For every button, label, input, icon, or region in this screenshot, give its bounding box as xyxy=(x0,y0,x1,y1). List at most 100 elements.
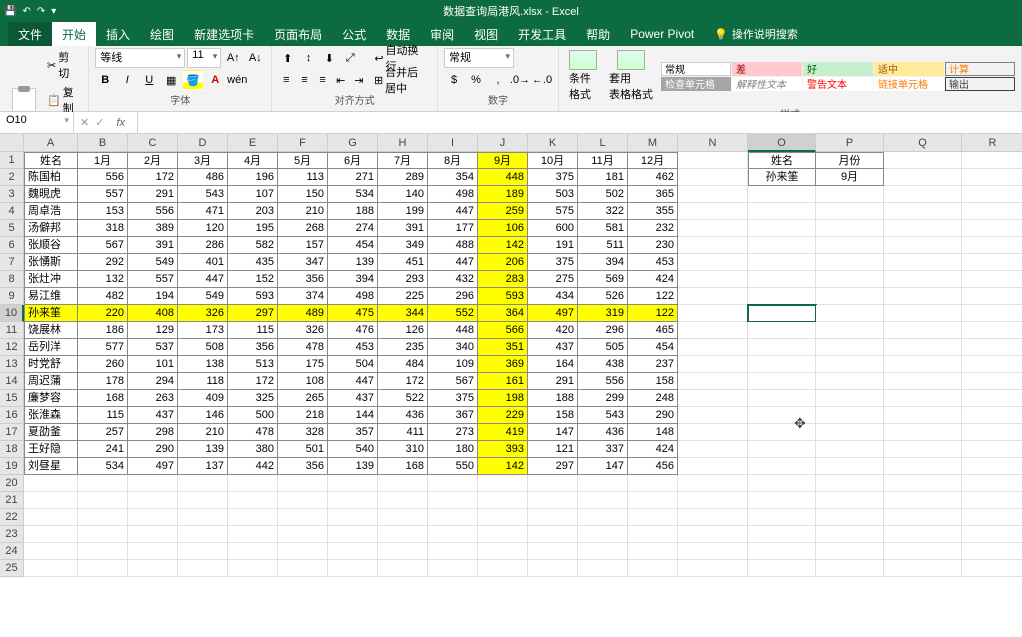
col-header-M[interactable]: M xyxy=(628,134,678,152)
tab-review[interactable]: 审阅 xyxy=(420,22,464,46)
cell-Q1[interactable] xyxy=(884,152,962,169)
cell-C18[interactable]: 290 xyxy=(128,441,178,458)
cell-F16[interactable]: 218 xyxy=(278,407,328,424)
cell-J15[interactable]: 198 xyxy=(478,390,528,407)
cell-K7[interactable]: 375 xyxy=(528,254,578,271)
cell-G3[interactable]: 534 xyxy=(328,186,378,203)
cell-J24[interactable] xyxy=(478,543,528,560)
cell-R4[interactable] xyxy=(962,203,1022,220)
cell-E10[interactable]: 297 xyxy=(228,305,278,322)
cell-E23[interactable] xyxy=(228,526,278,543)
cell-B5[interactable]: 318 xyxy=(78,220,128,237)
cell-D12[interactable]: 508 xyxy=(178,339,228,356)
cell-K21[interactable] xyxy=(528,492,578,509)
cell-B20[interactable] xyxy=(78,475,128,492)
cell-I5[interactable]: 177 xyxy=(428,220,478,237)
cell-G6[interactable]: 454 xyxy=(328,237,378,254)
cell-L4[interactable]: 322 xyxy=(578,203,628,220)
cell-E22[interactable] xyxy=(228,509,278,526)
cell-L6[interactable]: 511 xyxy=(578,237,628,254)
cell-I2[interactable]: 354 xyxy=(428,169,478,186)
cell-C1[interactable]: 2月 xyxy=(128,152,178,169)
cell-Q5[interactable] xyxy=(884,220,962,237)
cell-K4[interactable]: 575 xyxy=(528,203,578,220)
cell-M18[interactable]: 424 xyxy=(628,441,678,458)
cell-A17[interactable]: 夏劭釜 xyxy=(24,424,78,441)
cell-F19[interactable]: 356 xyxy=(278,458,328,475)
cell-D11[interactable]: 173 xyxy=(178,322,228,339)
cell-A25[interactable] xyxy=(24,560,78,577)
cell-N3[interactable] xyxy=(678,186,748,203)
row-header-18[interactable]: 18 xyxy=(0,441,24,458)
cell-R7[interactable] xyxy=(962,254,1022,271)
cell-I6[interactable]: 488 xyxy=(428,237,478,254)
cell-G19[interactable]: 139 xyxy=(328,458,378,475)
cell-O8[interactable] xyxy=(748,271,816,288)
cell-C25[interactable] xyxy=(128,560,178,577)
cell-C17[interactable]: 298 xyxy=(128,424,178,441)
style-calc[interactable]: 计算 xyxy=(945,62,1015,76)
cell-M2[interactable]: 462 xyxy=(628,169,678,186)
cell-E5[interactable]: 195 xyxy=(228,220,278,237)
cell-F9[interactable]: 374 xyxy=(278,288,328,305)
align-left-button[interactable]: ≡ xyxy=(278,70,294,90)
cell-P5[interactable] xyxy=(816,220,884,237)
cell-G14[interactable]: 447 xyxy=(328,373,378,390)
cell-G2[interactable]: 271 xyxy=(328,169,378,186)
cell-E17[interactable]: 478 xyxy=(228,424,278,441)
cell-Q8[interactable] xyxy=(884,271,962,288)
cell-C16[interactable]: 437 xyxy=(128,407,178,424)
cell-N7[interactable] xyxy=(678,254,748,271)
cell-A13[interactable]: 时党舒 xyxy=(24,356,78,373)
col-header-F[interactable]: F xyxy=(278,134,328,152)
cell-E4[interactable]: 203 xyxy=(228,203,278,220)
cell-L17[interactable]: 436 xyxy=(578,424,628,441)
cell-F24[interactable] xyxy=(278,543,328,560)
fill-color-button[interactable]: 🪣 xyxy=(183,70,203,90)
style-explain[interactable]: 解释性文本 xyxy=(732,77,802,91)
cell-H21[interactable] xyxy=(378,492,428,509)
cell-D17[interactable]: 210 xyxy=(178,424,228,441)
cell-A22[interactable] xyxy=(24,509,78,526)
cell-L13[interactable]: 438 xyxy=(578,356,628,373)
cell-I13[interactable]: 109 xyxy=(428,356,478,373)
cell-L16[interactable]: 543 xyxy=(578,407,628,424)
cell-H3[interactable]: 140 xyxy=(378,186,428,203)
row-header-10[interactable]: 10 xyxy=(0,305,24,322)
style-check[interactable]: 检查单元格 xyxy=(661,77,731,91)
font-name-select[interactable]: 等线 xyxy=(95,48,185,68)
cell-I12[interactable]: 340 xyxy=(428,339,478,356)
cell-M13[interactable]: 237 xyxy=(628,356,678,373)
cell-R2[interactable] xyxy=(962,169,1022,186)
col-header-R[interactable]: R xyxy=(962,134,1022,152)
cell-I9[interactable]: 296 xyxy=(428,288,478,305)
cell-L7[interactable]: 394 xyxy=(578,254,628,271)
cell-B18[interactable]: 241 xyxy=(78,441,128,458)
cell-O19[interactable] xyxy=(748,458,816,475)
cell-N16[interactable] xyxy=(678,407,748,424)
cell-I22[interactable] xyxy=(428,509,478,526)
cell-H14[interactable]: 172 xyxy=(378,373,428,390)
cell-Q12[interactable] xyxy=(884,339,962,356)
cell-J9[interactable]: 593 xyxy=(478,288,528,305)
row-header-22[interactable]: 22 xyxy=(0,509,24,526)
cell-H19[interactable]: 168 xyxy=(378,458,428,475)
cell-N22[interactable] xyxy=(678,509,748,526)
cell-E9[interactable]: 593 xyxy=(228,288,278,305)
cell-B23[interactable] xyxy=(78,526,128,543)
cell-P19[interactable] xyxy=(816,458,884,475)
cell-M19[interactable]: 456 xyxy=(628,458,678,475)
cell-H18[interactable]: 310 xyxy=(378,441,428,458)
cut-button[interactable]: ✂剪切 xyxy=(44,48,82,82)
cell-H25[interactable] xyxy=(378,560,428,577)
row-header-9[interactable]: 9 xyxy=(0,288,24,305)
cell-Q13[interactable] xyxy=(884,356,962,373)
cell-D24[interactable] xyxy=(178,543,228,560)
cell-L14[interactable]: 556 xyxy=(578,373,628,390)
cell-A18[interactable]: 王好隐 xyxy=(24,441,78,458)
cell-Q3[interactable] xyxy=(884,186,962,203)
cell-J6[interactable]: 142 xyxy=(478,237,528,254)
cell-R20[interactable] xyxy=(962,475,1022,492)
cell-I21[interactable] xyxy=(428,492,478,509)
cell-F11[interactable]: 326 xyxy=(278,322,328,339)
